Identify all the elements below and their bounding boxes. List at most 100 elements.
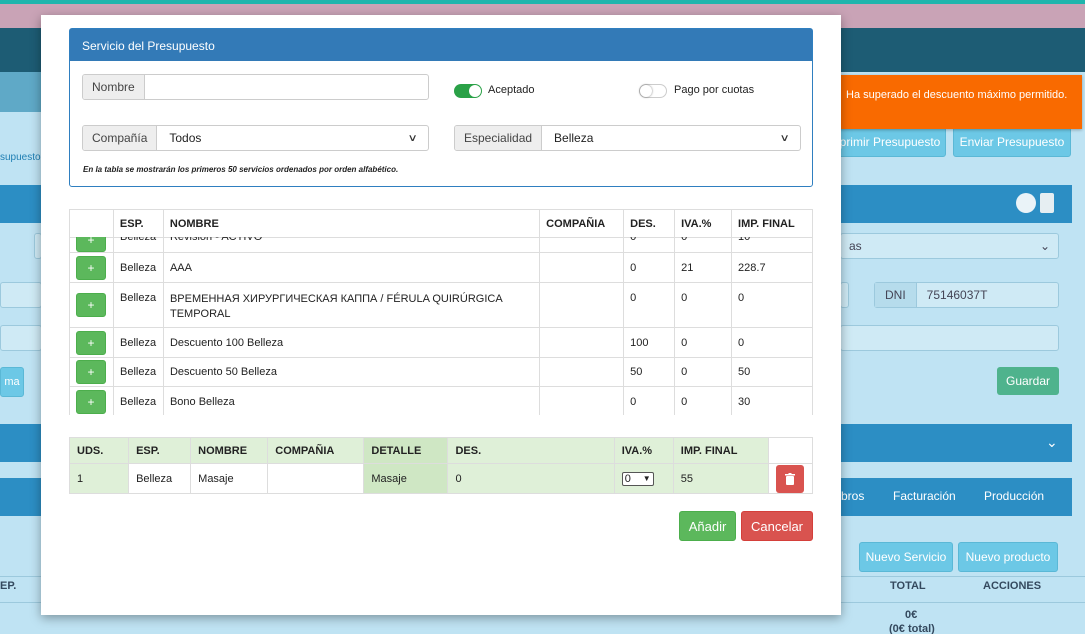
pago-cuotas-toggle[interactable]	[639, 84, 667, 98]
tabs-bar-left	[0, 478, 42, 516]
iva-select[interactable]: 0 ▼	[621, 471, 654, 486]
delete-row-button[interactable]	[776, 464, 805, 493]
cell-imp: 50	[731, 357, 813, 387]
compania-value: Todos	[169, 131, 202, 145]
tab-production[interactable]: Producción	[984, 489, 1044, 503]
cell-des: 0	[623, 237, 676, 253]
col-header-compania[interactable]: COMPAÑIA	[539, 209, 625, 238]
nombre-input-group[interactable]: Nombre	[82, 74, 429, 100]
cell-iva: 0 ▼	[613, 463, 674, 494]
cell-des: 0	[623, 386, 676, 415]
add-service-button[interactable]: +	[76, 389, 106, 414]
col-header-detalle: DETALLE	[363, 437, 449, 464]
col-header-uds: UDS.	[68, 437, 130, 464]
add-service-button[interactable]: +	[76, 237, 106, 252]
add-service-button[interactable]: +	[76, 255, 106, 280]
bg-select[interactable]: as ⌄	[840, 233, 1059, 259]
aceptado-toggle[interactable]	[454, 84, 482, 98]
send-budget-button[interactable]: Enviar Presupuesto	[953, 127, 1071, 157]
nombre-label: Nombre	[83, 75, 145, 99]
compania-select-group[interactable]: Compañía Todos ∨	[82, 125, 429, 151]
cell-des: 50	[623, 357, 676, 387]
especialidad-select[interactable]: Belleza ∨	[542, 126, 800, 150]
clipboard-icon[interactable]	[1040, 193, 1054, 213]
especialidad-select-group[interactable]: Especialidad Belleza ∨	[454, 125, 801, 151]
new-product-button[interactable]: Nuevo producto	[958, 542, 1058, 572]
add-service-button[interactable]: +	[76, 330, 106, 355]
iva-value: 0	[624, 472, 631, 485]
col-header-esp: ESP.	[128, 437, 192, 464]
total-value: 0€	[905, 609, 918, 621]
chevron-down-icon: ∨	[779, 132, 790, 144]
col-header-des[interactable]: DES.	[623, 209, 676, 238]
cell-des: 100	[623, 327, 676, 358]
tab-fragment[interactable]: bros	[841, 489, 864, 503]
cell-compania	[539, 282, 625, 328]
selected-services-table: UDS. ESP. NOMBRE COMPAÑIA DETALLE DES. I…	[68, 437, 814, 494]
cell-nombre: AAA	[162, 252, 541, 283]
col-header-action	[69, 209, 114, 238]
bg-select-value: as	[849, 239, 862, 253]
cell-nombre: Revisión - ACTIVO	[162, 237, 541, 253]
cell-esp: Belleza	[112, 357, 164, 387]
cell-uds[interactable]: 1	[68, 463, 130, 494]
new-service-button[interactable]: Nuevo Servicio	[859, 542, 953, 572]
cell-imp: 228.7	[731, 252, 813, 283]
compania-select[interactable]: Todos ∨	[157, 126, 428, 150]
cell-esp: Belleza	[112, 282, 164, 328]
cancel-button[interactable]: Cancelar	[741, 511, 813, 541]
cell-actions	[767, 463, 814, 494]
print-budget-button[interactable]: primir Presupuesto	[834, 127, 946, 157]
services-table-scroll[interactable]: + Belleza Revisión - ACTIVO 0 0 10 + Bel…	[69, 237, 813, 415]
sidebar-toggle[interactable]	[0, 72, 42, 112]
discount-warning-toast[interactable]: Ha superado el descuento máximo permitid…	[834, 75, 1082, 129]
chevron-down-icon: ▼	[642, 474, 651, 483]
add-button[interactable]: Añadir	[679, 511, 736, 541]
cell-detalle[interactable]: Masaje	[363, 463, 449, 494]
cell-des[interactable]: 0	[447, 463, 615, 494]
add-service-button[interactable]: +	[76, 360, 106, 384]
cell-nombre: ВРЕМЕННАЯ ХИРУРГИЧЕСКАЯ КАППА / FÉRULA Q…	[162, 282, 541, 328]
add-service-button[interactable]: +	[76, 293, 106, 317]
breadcrumb[interactable]: supuesto	[0, 152, 41, 163]
col-header-esp[interactable]: ESP.	[112, 209, 164, 238]
cell-iva: 0	[674, 357, 733, 387]
nombre-input[interactable]	[145, 75, 428, 99]
services-table-body: + Belleza Revisión - ACTIVO 0 0 10 + Bel…	[69, 237, 813, 415]
cell-nombre: Masaje	[190, 463, 269, 494]
table-header-total[interactable]: TOTAL	[890, 580, 926, 592]
collapsed-panel-header[interactable]	[840, 424, 1072, 462]
bg-input-left-2	[0, 325, 42, 351]
col-header-nombre[interactable]: NOMBRE	[162, 209, 541, 238]
cell-esp: Belleza	[128, 463, 192, 494]
table-header-left: EP.	[0, 580, 17, 592]
compania-label: Compañía	[83, 126, 158, 150]
dni-label: DNI	[875, 283, 917, 307]
collapsed-panel-left	[0, 424, 42, 462]
cell-des: 0	[623, 282, 676, 328]
total-sub-value: (0€ total)	[889, 623, 935, 634]
col-header-iva[interactable]: IVA.%	[674, 209, 733, 238]
cell-iva: 0	[674, 327, 733, 358]
cell-compania	[539, 327, 625, 358]
tab-billing[interactable]: Facturación	[893, 489, 956, 503]
chevron-down-icon: ⌄	[1039, 239, 1050, 253]
user-icon[interactable]	[1016, 193, 1036, 213]
panel-header-icons	[1016, 193, 1054, 213]
save-button[interactable]: Guardar	[997, 367, 1059, 395]
cell-iva: 0	[674, 386, 733, 415]
service-modal: Servicio del Presupuesto Nombre Aceptado…	[41, 15, 841, 615]
bg-input-fragment-2	[840, 282, 849, 308]
bg-left-button[interactable]: ma	[0, 367, 24, 397]
dni-field[interactable]: DNI 75146037T	[874, 282, 1059, 308]
cell-imp: 55	[672, 463, 769, 494]
table-row: + Belleza ВРЕМЕННАЯ ХИРУРГИЧЕСКАЯ КАППА …	[69, 282, 813, 328]
cell-compania	[539, 386, 625, 415]
especialidad-value: Belleza	[554, 131, 594, 145]
cell-compania	[267, 463, 365, 494]
col-header-nombre: NOMBRE	[190, 437, 269, 464]
chevron-down-icon[interactable]: ⌄	[1046, 434, 1058, 451]
col-header-imp-final[interactable]: IMP. FINAL	[731, 209, 813, 238]
table-row: + Belleza Bono Belleza 0 0 30	[69, 386, 813, 415]
bg-input-right-2[interactable]	[840, 325, 1059, 351]
